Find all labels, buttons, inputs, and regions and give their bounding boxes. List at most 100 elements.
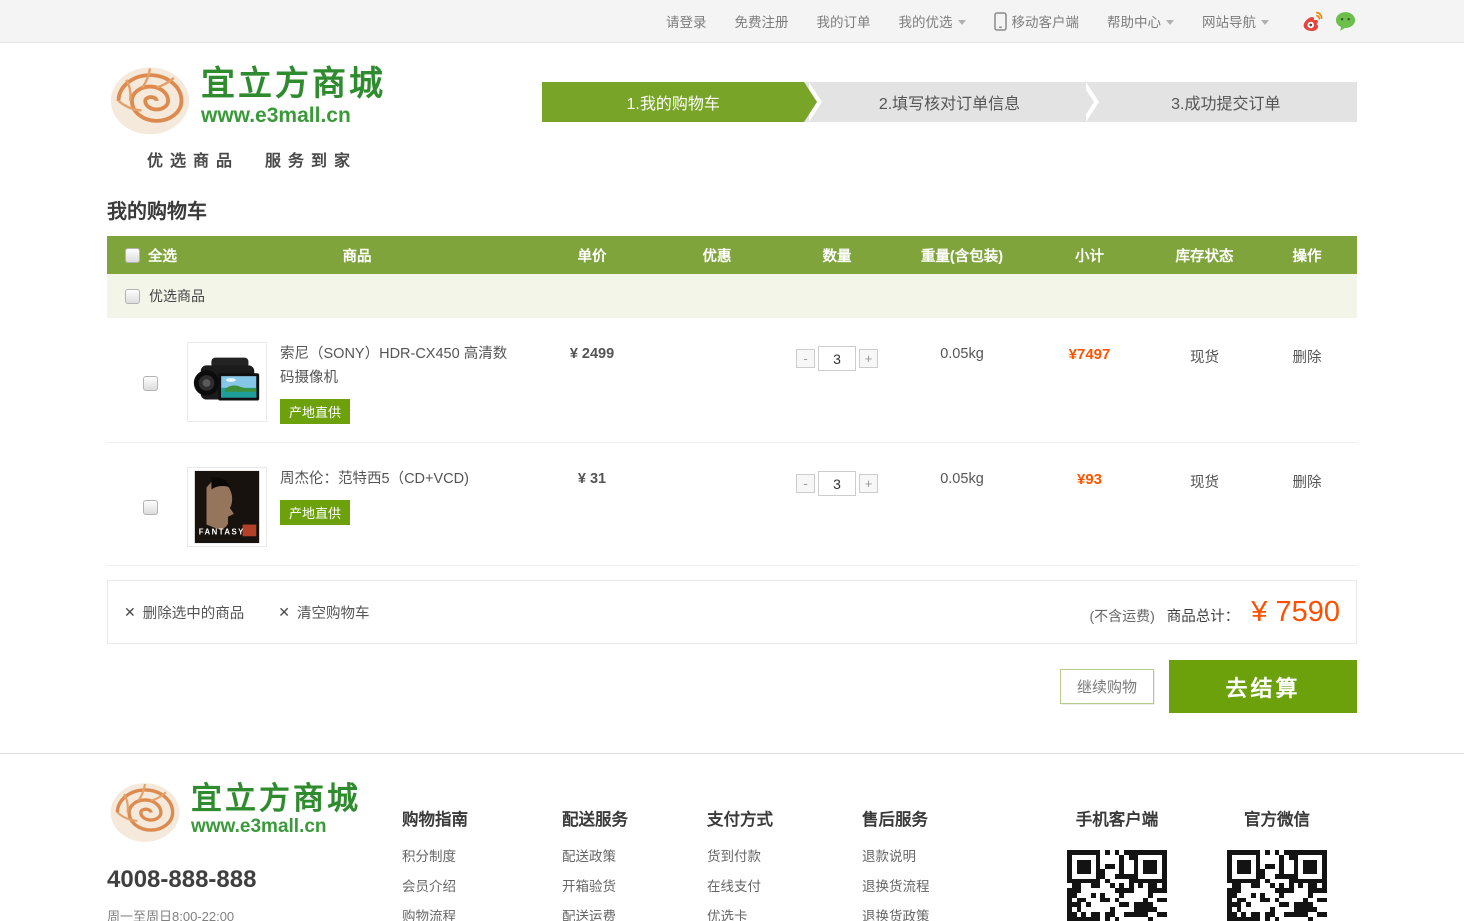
delete-item-link[interactable]: 删除 (1293, 475, 1322, 491)
my-picks-link[interactable]: 我的优选 (899, 11, 966, 31)
qty-input[interactable] (818, 346, 856, 371)
weibo-icon[interactable] (1301, 10, 1324, 33)
x-icon: ✕ (124, 604, 136, 621)
item-weight: 0.05kg (897, 467, 1027, 547)
site-footer: 宜立方商城 www.e3mall.cn 4008-888-888 周一至周日8:… (0, 753, 1464, 921)
service-phone: 4008-888-888 (107, 866, 402, 894)
qty-decrease-button[interactable]: - (796, 349, 815, 368)
nautilus-logo-icon (107, 774, 183, 846)
item-stock-status: 现货 (1152, 342, 1257, 424)
qty-increase-button[interactable]: + (859, 474, 878, 493)
footer-link[interactable]: 在线支付 (707, 872, 862, 902)
col-goods: 商品 (187, 245, 527, 266)
delete-item-link[interactable]: 删除 (1293, 350, 1322, 366)
product-name-link[interactable]: 索尼（SONY）HDR-CX450 高清数码摄像机 (280, 342, 520, 390)
chevron-down-icon (1166, 20, 1174, 25)
footer-link[interactable]: 货到付款 (707, 842, 862, 872)
select-all-label: 全选 (148, 245, 177, 266)
cart-item-row: FANTASY 周杰伦：范特西5（CD+VCD) 产地直供 ¥ 31 - + 0… (107, 443, 1357, 566)
item-subtotal: ¥93 (1027, 467, 1152, 547)
product-name-link[interactable]: 周杰伦：范特西5（CD+VCD) (280, 467, 520, 491)
item-checkbox[interactable] (143, 500, 158, 515)
col-subtotal: 小计 (1027, 245, 1152, 266)
footer-col-aftersales: 售后服务 退款说明 退换货流程 退换货政策 隐私条款 (862, 774, 1037, 921)
footer-link[interactable]: 开箱验货 (562, 872, 707, 902)
phone-icon (994, 12, 1007, 31)
qty-increase-button[interactable]: + (859, 349, 878, 368)
page-title: 我的购物车 (107, 195, 1357, 224)
item-unit-price: ¥ 31 (527, 467, 657, 547)
clear-cart-link[interactable]: ✕ 清空购物车 (278, 602, 369, 623)
site-logo[interactable]: 宜立方商城 www.e3mall.cn 优选商品服务到家 (107, 57, 542, 171)
brand-url: www.e3mall.cn (201, 104, 386, 128)
footer-col-payment: 支付方式 货到付款 在线支付 优选卡 发票制度 (707, 774, 862, 921)
footer-col-delivery: 配送服务 配送政策 开箱验货 配送运费 配送范围 (562, 774, 707, 921)
register-link[interactable]: 免费注册 (735, 11, 789, 31)
continue-shopping-button[interactable]: 继续购物 (1060, 669, 1154, 704)
footer-link[interactable]: 退换货政策 (862, 902, 1037, 921)
footer-col-shopping-guide: 购物指南 积分制度 会员介绍 购物流程 常见问题 (402, 774, 562, 921)
quantity-stepper: - + (796, 471, 878, 496)
cart-summary-bar: ✕ 删除选中的商品 ✕ 清空购物车 (不含运费) 商品总计： ¥ 7590 (107, 580, 1357, 644)
checkout-button[interactable]: 去结算 (1169, 660, 1357, 713)
item-discount (657, 342, 777, 424)
item-checkbox[interactable] (143, 376, 158, 391)
item-stock-status: 现货 (1152, 467, 1257, 547)
col-qty: 数量 (777, 245, 897, 266)
footer-link[interactable]: 会员介绍 (402, 872, 562, 902)
origin-direct-badge: 产地直供 (280, 500, 350, 525)
total-value: ¥ 7590 (1251, 596, 1340, 629)
top-nav: 请登录 免费注册 我的订单 我的优选 移动客户端 帮助中心 网站导航 (107, 0, 1357, 42)
product-image-album[interactable]: FANTASY (187, 467, 267, 547)
footer-link[interactable]: 积分制度 (402, 842, 562, 872)
help-center-link[interactable]: 帮助中心 (1107, 11, 1174, 31)
site-header: 宜立方商城 www.e3mall.cn 优选商品服务到家 1.我的购物车 2.填… (107, 43, 1357, 183)
item-unit-price: ¥ 2499 (527, 342, 657, 424)
qty-input[interactable] (818, 471, 856, 496)
footer-link[interactable]: 配送运费 (562, 902, 707, 921)
footer-link[interactable]: 退款说明 (862, 842, 1037, 872)
qr-code-mobile-app (1067, 850, 1167, 921)
brand-slogan: 优选商品服务到家 (107, 147, 542, 171)
footer-link[interactable]: 优选卡 (707, 902, 862, 921)
chevron-down-icon (1261, 20, 1269, 25)
my-orders-link[interactable]: 我的订单 (817, 11, 871, 31)
brand-name: 宜立方商城 (191, 783, 361, 814)
item-weight: 0.05kg (897, 342, 1027, 424)
step-order-submitted: 3.成功提交订单 (1081, 82, 1357, 122)
col-discount: 优惠 (657, 245, 777, 266)
mobile-client-link[interactable]: 移动客户端 (994, 11, 1080, 31)
product-image-camcorder[interactable] (187, 342, 267, 422)
wechat-qr-section: 官方微信 (1202, 806, 1352, 921)
wechat-icon[interactable] (1334, 10, 1357, 33)
group-label: 优选商品 (149, 286, 205, 306)
item-discount (657, 467, 777, 547)
col-weight: 重量(含包装) (897, 245, 1027, 266)
delete-selected-link[interactable]: ✕ 删除选中的商品 (124, 602, 244, 623)
brand-url: www.e3mall.cn (191, 816, 361, 838)
col-price: 单价 (527, 245, 657, 266)
col-action: 操作 (1257, 245, 1357, 266)
cart-item-row: 索尼（SONY）HDR-CX450 高清数码摄像机 产地直供 ¥ 2499 - … (107, 318, 1357, 443)
step-cart: 1.我的购物车 (542, 82, 804, 122)
group-checkbox[interactable] (125, 289, 140, 304)
service-hours: 周一至周日8:00-22:00 (107, 906, 402, 921)
cart-page: 我的购物车 全选 商品 单价 优惠 数量 重量(含包装) 小计 库存状态 操作 … (107, 195, 1357, 713)
select-all-checkbox[interactable] (125, 248, 140, 263)
footer-link[interactable]: 购物流程 (402, 902, 562, 921)
qty-decrease-button[interactable]: - (796, 474, 815, 493)
col-stock: 库存状态 (1152, 245, 1257, 266)
cart-group-row: 优选商品 (107, 274, 1357, 318)
freight-note: (不含运费) (1089, 606, 1154, 626)
checkout-steps: 1.我的购物车 2.填写核对订单信息 3.成功提交订单 (542, 82, 1357, 122)
quantity-stepper: - + (796, 346, 878, 371)
footer-link[interactable]: 退换货流程 (862, 872, 1037, 902)
item-subtotal: ¥7497 (1027, 342, 1152, 424)
site-nav-link[interactable]: 网站导航 (1202, 11, 1269, 31)
step-order-info: 2.填写核对订单信息 (804, 82, 1080, 122)
footer-logo: 宜立方商城 www.e3mall.cn (107, 774, 402, 846)
login-link[interactable]: 请登录 (666, 11, 707, 31)
footer-link[interactable]: 配送政策 (562, 842, 707, 872)
cart-actions: 继续购物 去结算 (107, 660, 1357, 713)
chevron-down-icon (958, 20, 966, 25)
